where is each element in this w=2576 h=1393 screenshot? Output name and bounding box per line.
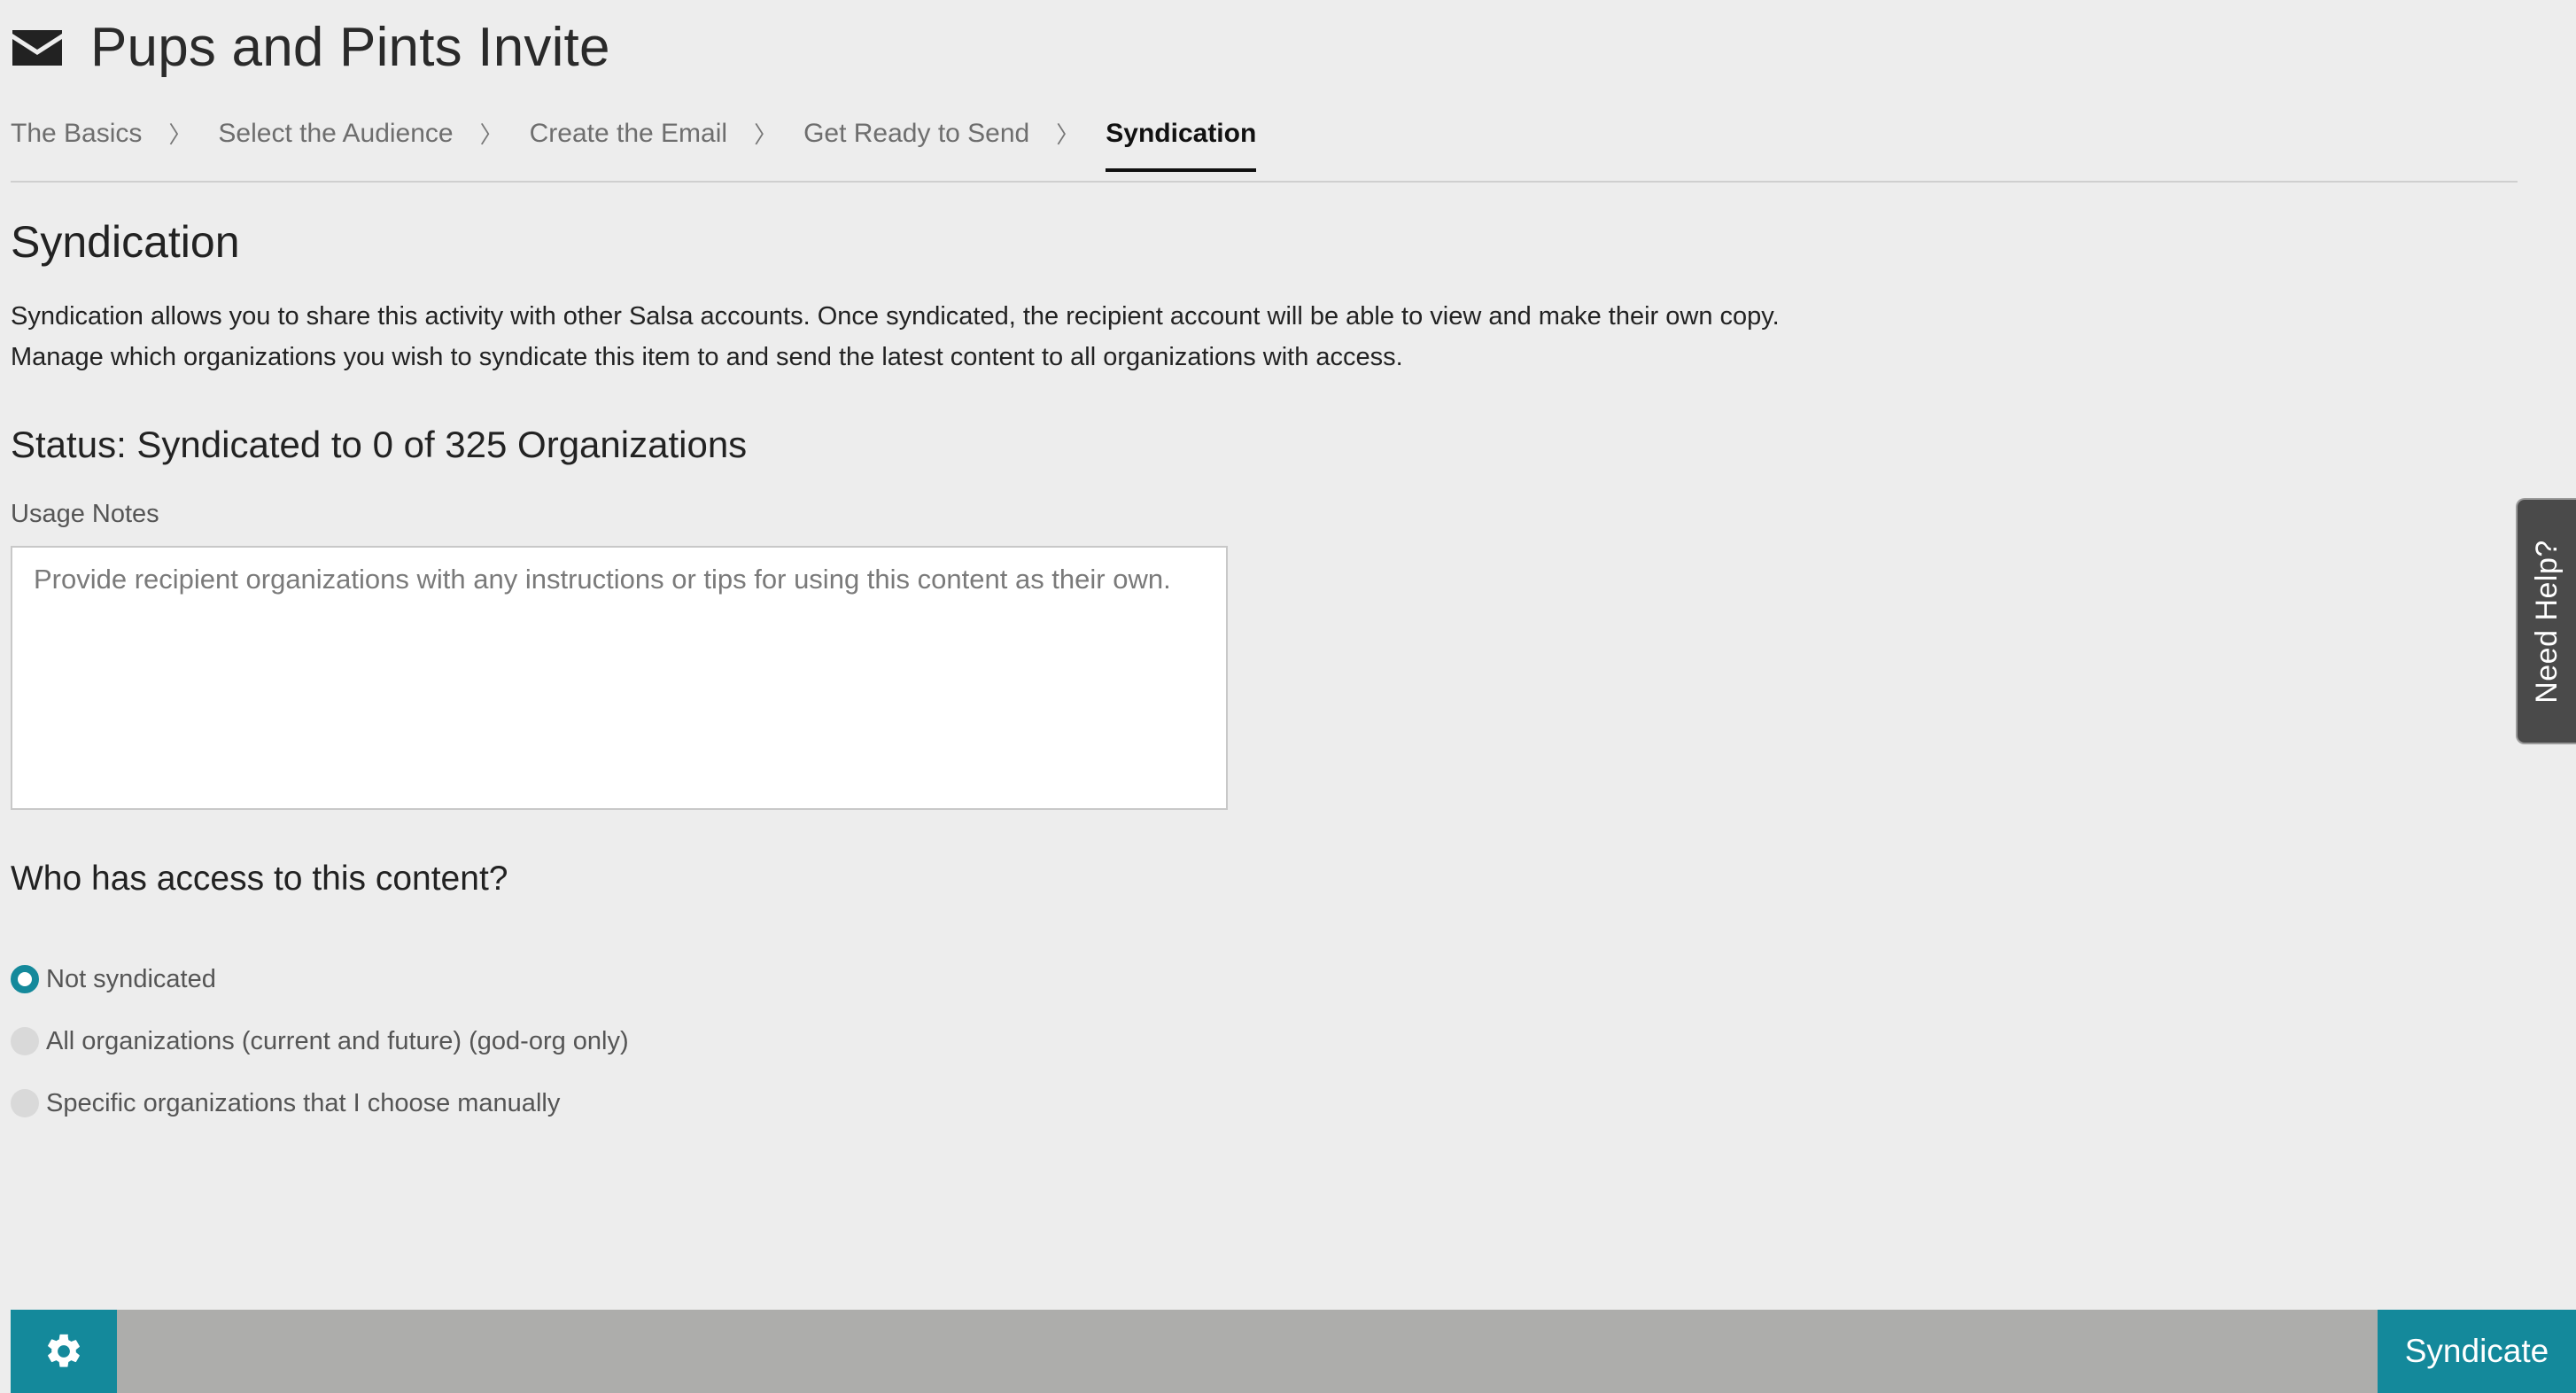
syndication-page: Pups and Pints Invite The Basics 〉 Selec… <box>0 0 2576 1393</box>
envelope-icon <box>12 29 62 66</box>
radio-button-checked[interactable] <box>11 965 39 993</box>
step-syndication[interactable]: Syndication <box>1106 119 1257 172</box>
page-header: Pups and Pints Invite <box>11 16 610 79</box>
section-title: Syndication <box>11 217 240 267</box>
wizard-steps: The Basics 〉 Select the Audience 〉 Creat… <box>11 117 2518 183</box>
radio-button[interactable] <box>11 1089 39 1117</box>
step-create-the-email[interactable]: Create the Email <box>530 119 727 170</box>
step-get-ready-to-send[interactable]: Get Ready to Send <box>803 119 1029 170</box>
need-help-tab[interactable]: Need Help? <box>2516 498 2576 744</box>
syndicate-button[interactable]: Syndicate <box>2378 1310 2576 1393</box>
gear-icon <box>48 1334 80 1367</box>
chevron-right-icon: 〉 <box>168 121 192 148</box>
description-line-2: Manage which organizations you wish to s… <box>11 343 1403 371</box>
radio-not-syndicated[interactable]: Not syndicated <box>11 948 629 1010</box>
radio-label: Not syndicated <box>46 964 216 993</box>
usage-notes-label: Usage Notes <box>11 500 159 528</box>
chevron-right-icon: 〉 <box>754 121 778 148</box>
chevron-right-icon: 〉 <box>479 121 503 148</box>
chevron-right-icon: 〉 <box>1056 121 1080 148</box>
syndication-status: Status: Syndicated to 0 of 325 Organizat… <box>11 424 748 465</box>
settings-button[interactable] <box>11 1310 117 1393</box>
usage-notes-textarea[interactable] <box>11 546 1228 810</box>
radio-button[interactable] <box>11 1027 39 1055</box>
description-line-1: Syndication allows you to share this act… <box>11 302 1780 331</box>
step-the-basics[interactable]: The Basics <box>11 119 142 170</box>
access-title: Who has access to this content? <box>11 860 508 898</box>
radio-label: Specific organizations that I choose man… <box>46 1088 561 1117</box>
radio-specific-organizations[interactable]: Specific organizations that I choose man… <box>11 1072 629 1134</box>
syndication-description: Syndication allows you to share this act… <box>11 296 1959 377</box>
radio-all-organizations[interactable]: All organizations (current and future) (… <box>11 1010 629 1072</box>
access-radio-group: Not syndicated All organizations (curren… <box>11 948 629 1134</box>
need-help-label: Need Help? <box>2529 539 2564 704</box>
footer-action-bar: Syndicate <box>11 1310 2576 1393</box>
page-title: Pups and Pints Invite <box>90 17 610 78</box>
radio-label: All organizations (current and future) (… <box>46 1026 629 1055</box>
step-select-the-audience[interactable]: Select the Audience <box>218 119 453 170</box>
